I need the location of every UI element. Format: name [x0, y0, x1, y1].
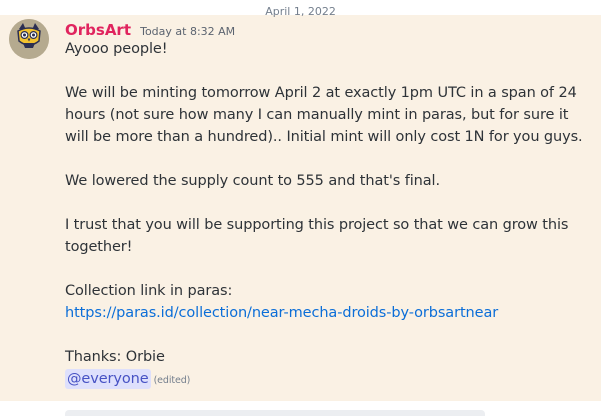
orb-owl-avatar-icon[interactable] — [9, 19, 49, 59]
message-row: April 1, 2022 OrbsArt Today at 8:32 AM A… — [0, 6, 601, 416]
author-username[interactable]: OrbsArt — [65, 21, 131, 39]
message-header: OrbsArt Today at 8:32 AM — [65, 20, 235, 40]
message-timestamp[interactable]: Today at 8:32 AM — [140, 25, 235, 38]
edited-label: (edited) — [153, 375, 191, 386]
message-line: I trust that you will be supporting this… — [65, 217, 569, 255]
message-content: Ayooo people! We will be minting tomorro… — [65, 38, 585, 392]
everyone-mention[interactable]: @everyone — [65, 369, 151, 389]
message-line: Collection link in paras: — [65, 283, 233, 299]
message-line: We lowered the supply count to 555 and t… — [65, 173, 440, 189]
message-line: Ayooo people! — [65, 41, 168, 57]
message-line: We will be minting tomorrow April 2 at e… — [65, 85, 583, 145]
link-embed-preview[interactable] — [65, 410, 485, 416]
collection-link[interactable]: https://paras.id/collection/near-mecha-d… — [65, 305, 498, 321]
signoff-line: Thanks: Orbie — [65, 349, 165, 365]
date-divider: April 1, 2022 — [265, 6, 336, 18]
